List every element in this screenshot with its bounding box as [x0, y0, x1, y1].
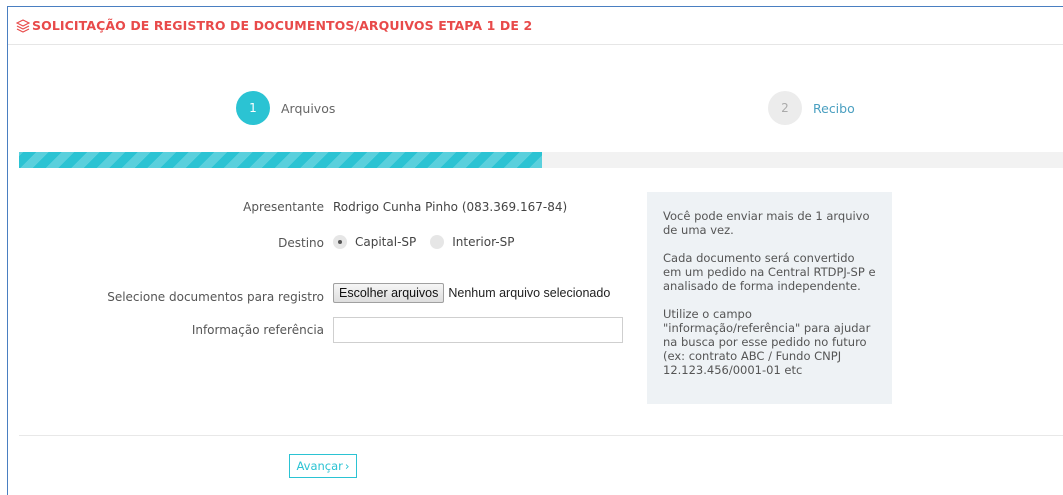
files-label: Selecione documentos para registro	[107, 290, 324, 304]
radio-button[interactable]	[333, 235, 347, 249]
destino-radio-group: Capital-SP Interior-SP	[333, 235, 514, 249]
panel-header: SOLICITAÇÃO DE REGISTRO DE DOCUMENTOS/AR…	[8, 7, 1063, 45]
choose-files-button[interactable]: Escolher arquivos	[333, 283, 445, 303]
step-arquivos: 1 Arquivos	[236, 91, 335, 125]
progress-bar	[19, 152, 1063, 168]
apresentante-label: Apresentante	[243, 200, 324, 214]
radio-capital-sp[interactable]: Capital-SP	[333, 235, 416, 249]
file-picker: Escolher arquivos Nenhum arquivo selecio…	[333, 283, 610, 303]
info-box: Você pode enviar mais de 1 arquivo de um…	[647, 192, 892, 404]
page-title: SOLICITAÇÃO DE REGISTRO DE DOCUMENTOS/AR…	[32, 18, 533, 33]
apresentante-value: Rodrigo Cunha Pinho (083.369.167-84)	[333, 200, 568, 214]
radio-label: Interior-SP	[452, 235, 515, 249]
chevron-right-icon: ›	[344, 459, 350, 473]
info-paragraph: Utilize o campo "informação/referência" …	[663, 307, 871, 377]
advance-label: Avançar	[296, 459, 343, 473]
radio-interior-sp[interactable]: Interior-SP	[430, 235, 514, 249]
destino-label: Destino	[278, 236, 324, 250]
step-number: 1	[236, 91, 270, 125]
advance-button[interactable]: Avançar ›	[289, 454, 357, 478]
radio-label: Capital-SP	[355, 235, 417, 249]
file-status: Nenhum arquivo selecionado	[448, 286, 611, 300]
step-label: Arquivos	[281, 100, 336, 116]
step-number: 2	[768, 91, 802, 125]
info-ref-label: Informação referência	[191, 323, 324, 337]
radio-button[interactable]	[430, 235, 445, 249]
step-label: Recibo	[813, 100, 855, 116]
step-recibo: 2 Recibo	[768, 91, 855, 125]
progress-fill	[19, 152, 542, 168]
registration-panel: SOLICITAÇÃO DE REGISTRO DE DOCUMENTOS/AR…	[7, 6, 1063, 495]
info-paragraph: Você pode enviar mais de 1 arquivo de um…	[663, 209, 870, 237]
info-ref-input[interactable]	[333, 317, 623, 343]
info-paragraph: Cada documento será convertido em um ped…	[663, 251, 876, 293]
layers-icon	[16, 18, 30, 33]
divider	[19, 435, 1063, 436]
